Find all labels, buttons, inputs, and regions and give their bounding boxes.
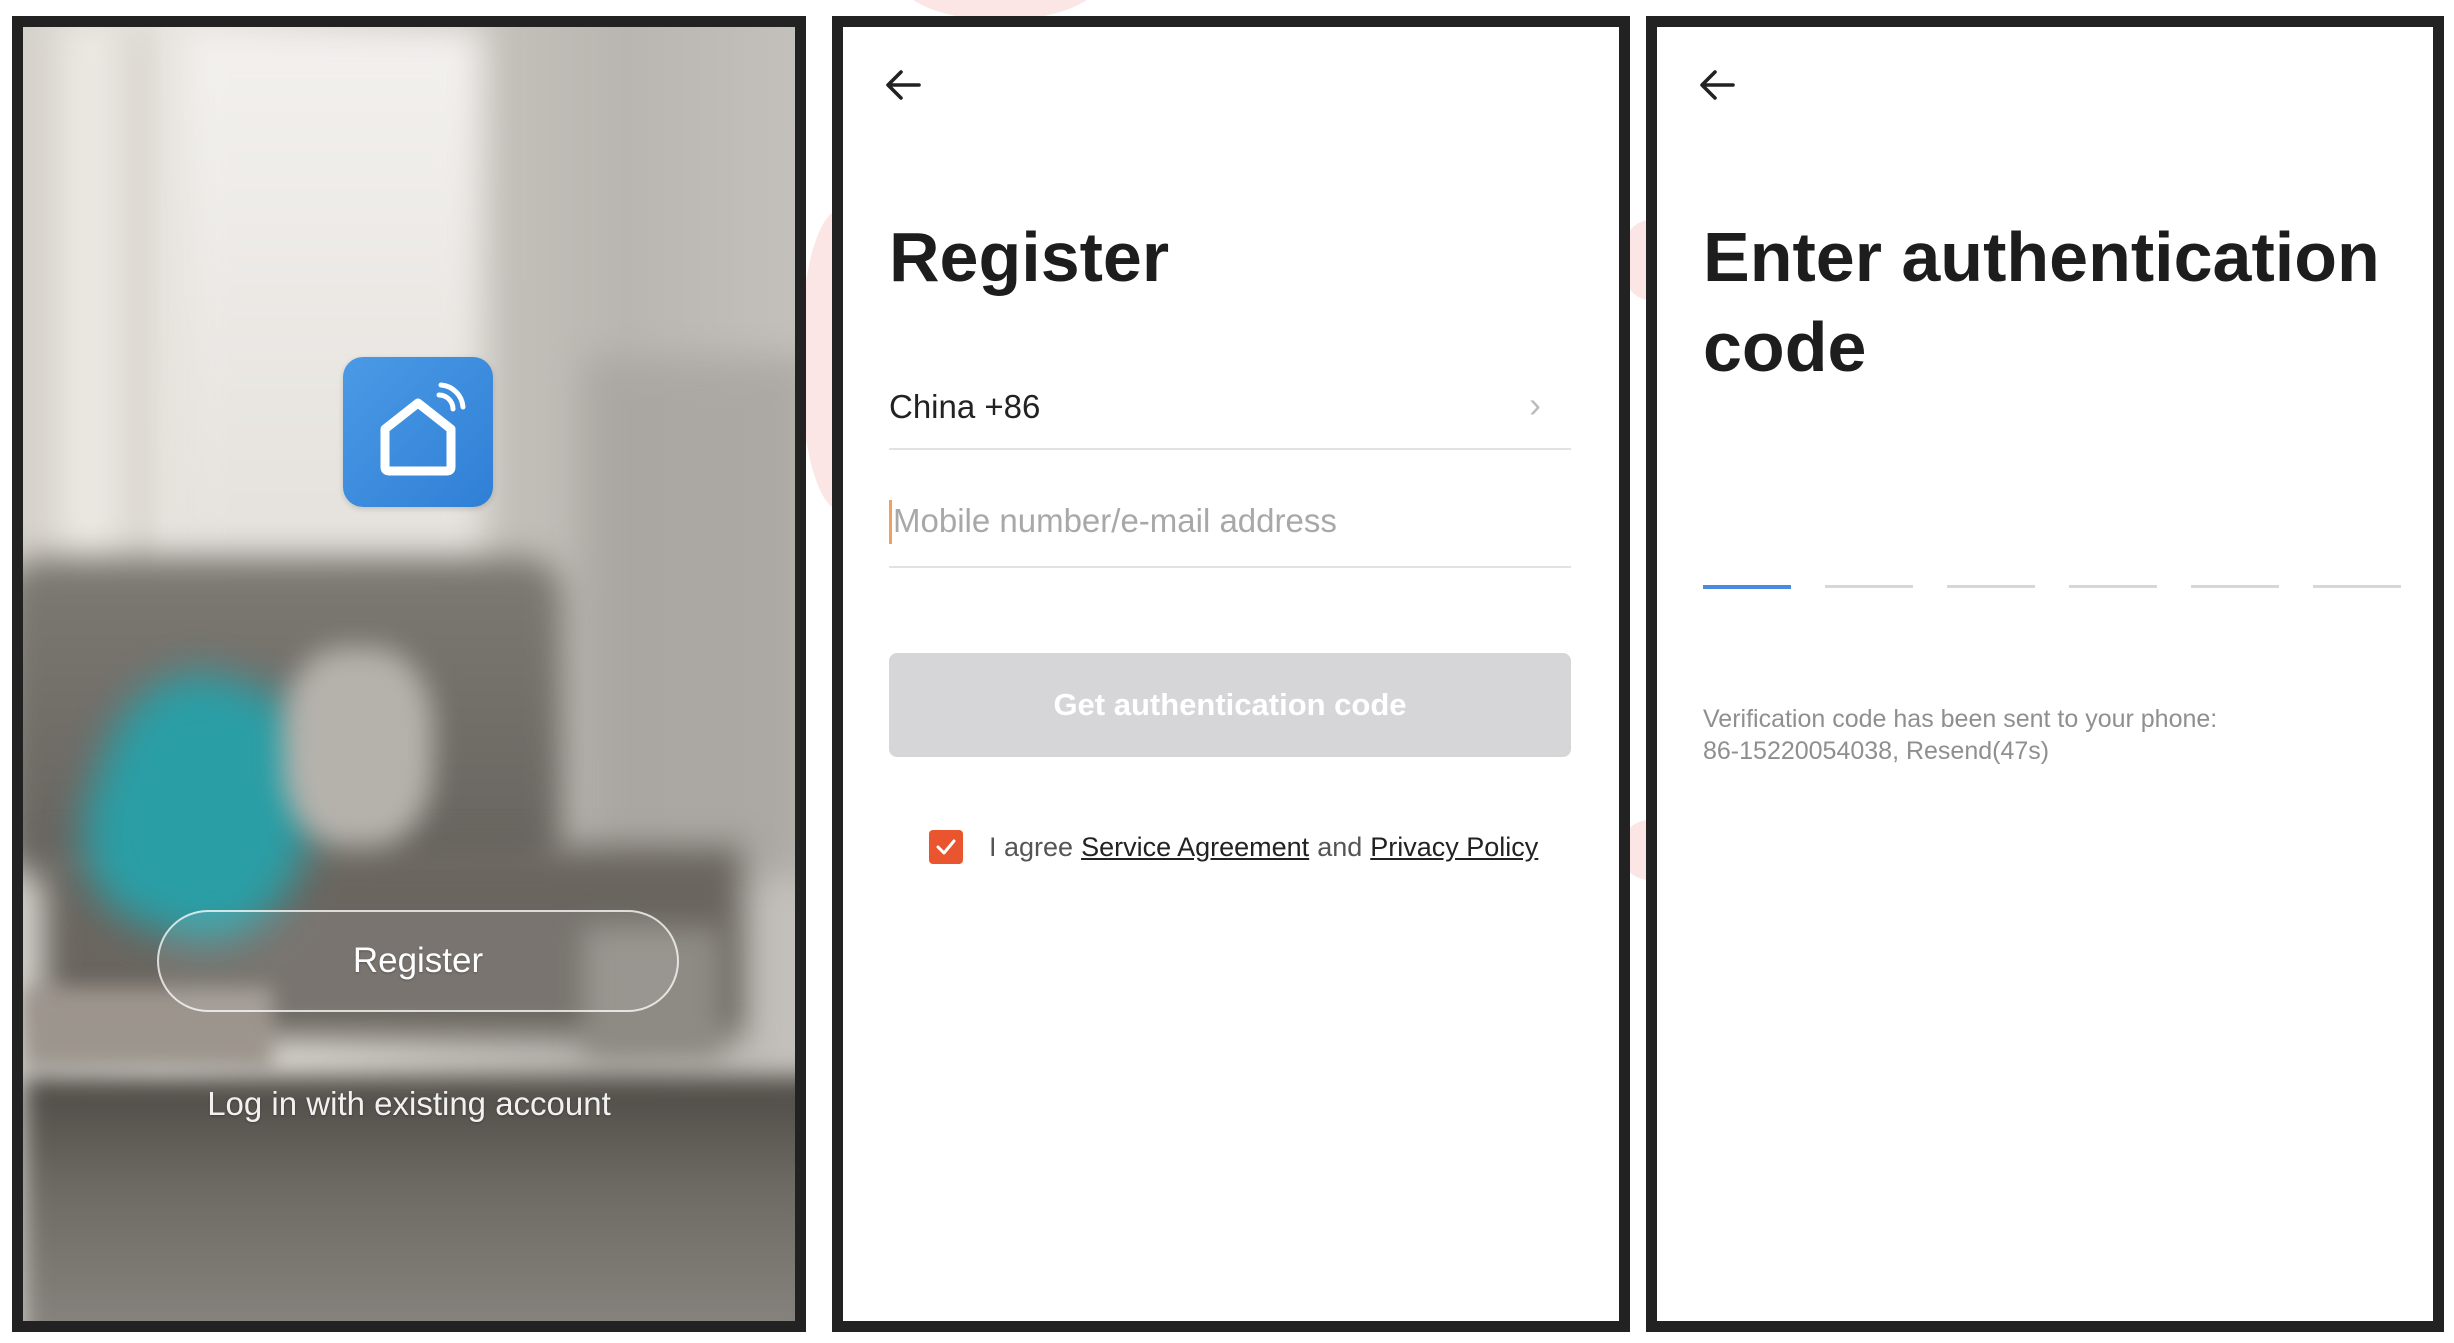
sent-message-line2[interactable]: 86-15220054038, Resend(47s) — [1703, 735, 2363, 767]
page-title: Enter authentication — [1703, 218, 2380, 296]
phone-email-input[interactable]: Mobile number/e-mail address — [889, 482, 1571, 568]
verification-sent-message: Verification code has been sent to your … — [1703, 703, 2363, 767]
country-code-label: China +86 — [889, 388, 1041, 425]
chevron-right-icon: › — [1529, 384, 1541, 425]
welcome-screen: Register Log in with existing account — [12, 16, 806, 1332]
back-arrow-icon[interactable] — [879, 61, 927, 109]
page-title-line2: code — [1703, 308, 1867, 386]
code-digit-slot[interactable] — [1703, 585, 1791, 589]
input-placeholder: Mobile number/e-mail address — [893, 502, 1337, 539]
back-arrow-icon[interactable] — [1693, 61, 1741, 109]
code-digit-slot[interactable] — [1947, 585, 2035, 588]
login-existing-account-link[interactable]: Log in with existing account — [23, 1085, 795, 1123]
register-button[interactable]: Register — [157, 910, 679, 1012]
agree-text: I agree — [989, 831, 1074, 862]
background-photo — [23, 27, 795, 1321]
privacy-policy-link[interactable]: Privacy Policy — [1370, 832, 1538, 863]
code-input[interactable] — [1703, 585, 2401, 589]
country-selector[interactable]: China +86 › — [889, 362, 1571, 450]
code-digit-slot[interactable] — [2069, 585, 2157, 588]
code-digit-slot[interactable] — [1825, 585, 1913, 588]
checkmark-icon — [936, 839, 956, 855]
code-digit-slot[interactable] — [2191, 585, 2279, 588]
text-cursor — [889, 500, 892, 544]
page-title: Register — [889, 218, 1170, 296]
and-text: and — [1317, 831, 1363, 862]
auth-code-screen: Enter authentication code Verification c… — [1646, 16, 2444, 1332]
service-agreement-link[interactable]: Service Agreement — [1081, 832, 1309, 863]
register-screen: Register China +86 › Mobile number/e-mai… — [832, 16, 1630, 1332]
agree-checkbox[interactable] — [929, 830, 963, 864]
agreement-row: I agree Service Agreement and Privacy Po… — [929, 827, 1538, 867]
code-digit-slot[interactable] — [2313, 585, 2401, 588]
sent-message-line1: Verification code has been sent to your … — [1703, 705, 2218, 733]
get-authentication-code-button[interactable]: Get authentication code — [889, 653, 1571, 757]
smart-home-icon — [343, 357, 493, 507]
